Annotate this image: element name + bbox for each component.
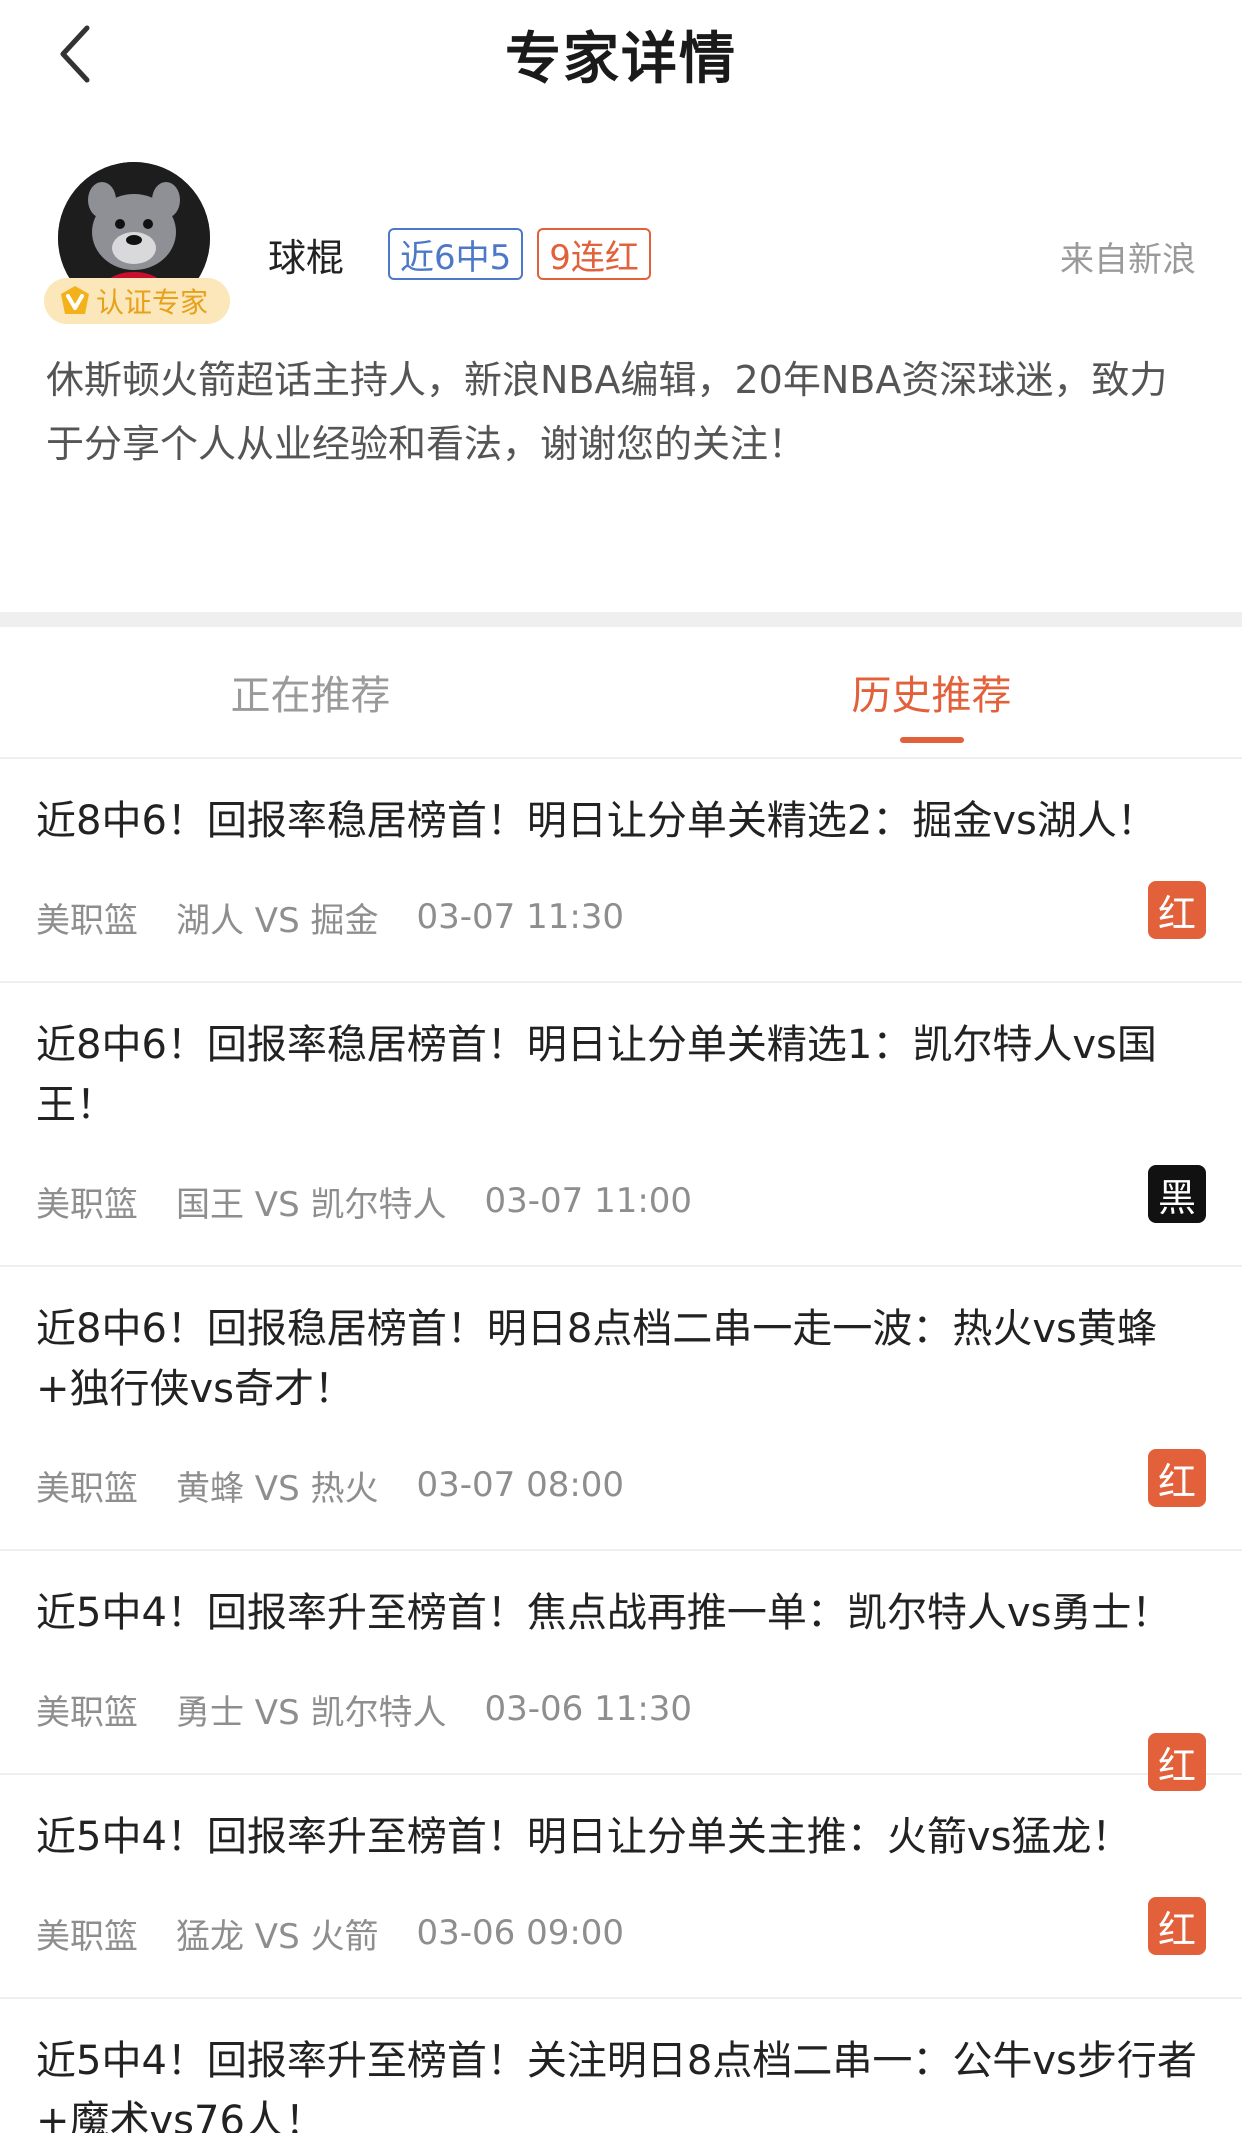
recommendation-list: 近8中6！回报率稳居榜首！明日让分单关精选2：掘金vs湖人！ 美职篮 湖人 VS… bbox=[0, 759, 1242, 2133]
section-divider bbox=[0, 612, 1242, 627]
item-title: 近5中4！回报率升至榜首！明日让分单关主推：火箭vs猛龙！ bbox=[36, 1814, 1132, 1860]
tab-label: 历史推荐 bbox=[851, 673, 1012, 719]
match-time: 03-07 08:00 bbox=[416, 1465, 625, 1505]
expert-name: 球棍 bbox=[268, 235, 345, 280]
tab-history-recommendations[interactable]: 历史推荐 bbox=[621, 627, 1242, 757]
match-label: 猛龙 VS 火箭 bbox=[176, 1916, 379, 1957]
tab-bar: 正在推荐 历史推荐 bbox=[0, 627, 1242, 759]
item-title: 近5中4！回报率升至榜首！焦点战再推一单：凯尔特人vs勇士！ bbox=[36, 1590, 1172, 1636]
item-title: 近8中6！回报稳居榜首！明日8点档二串一走一波：热火vs黄蜂+独行侠vs奇才！ bbox=[36, 1306, 1157, 1412]
result-badge: 红 bbox=[1148, 881, 1206, 939]
tab-current-recommendations[interactable]: 正在推荐 bbox=[0, 627, 621, 757]
expert-bio: 休斯顿火箭超话主持人，新浪NBA编辑，20年NBA资深球迷，致力于分享个人从业经… bbox=[46, 358, 1168, 466]
streak-tag: 9连红 bbox=[537, 228, 651, 280]
list-item[interactable]: 近8中6！回报率稳居榜首！明日让分单关精选1：凯尔特人vs国王！ 美职篮 国王 … bbox=[0, 983, 1242, 1267]
result-badge: 黑 bbox=[1148, 1165, 1206, 1223]
league-label: 美职篮 bbox=[36, 1468, 138, 1509]
item-title: 近8中6！回报率稳居榜首！明日让分单关精选1：凯尔特人vs国王！ bbox=[36, 1022, 1157, 1128]
match-label: 勇士 VS 凯尔特人 bbox=[176, 1692, 447, 1733]
expert-profile: 认证专家 球棍 近6中5 9连红 来自新浪 休斯顿火箭超话主持人，新浪NBA编辑… bbox=[0, 0, 1242, 520]
list-item[interactable]: 近5中4！回报率升至榜首！焦点战再推一单：凯尔特人vs勇士！ 美职篮 勇士 VS… bbox=[0, 1551, 1242, 1791]
match-label: 湖人 VS 掘金 bbox=[176, 900, 379, 941]
list-item[interactable]: 近8中6！回报率稳居榜首！明日让分单关精选2：掘金vs湖人！ 美职篮 湖人 VS… bbox=[0, 759, 1242, 983]
item-title: 近5中4！回报率升至榜首！关注明日8点档二串一：公牛vs步行者+魔术vs76人！ bbox=[36, 2038, 1197, 2133]
list-item[interactable]: 近8中6！回报稳居榜首！明日8点档二串一走一波：热火vs黄蜂+独行侠vs奇才！ … bbox=[0, 1267, 1242, 1551]
tab-label: 正在推荐 bbox=[230, 673, 391, 719]
match-time: 03-06 11:30 bbox=[484, 1689, 693, 1729]
item-title: 近8中6！回报率稳居榜首！明日让分单关精选2：掘金vs湖人！ bbox=[36, 798, 1157, 844]
list-item[interactable]: 近5中4！回报率升至榜首！关注明日8点档二串一：公牛vs步行者+魔术vs76人！ bbox=[0, 1999, 1242, 2133]
cert-label: 认证专家 bbox=[96, 286, 209, 319]
list-item[interactable]: 近5中4！回报率升至榜首！明日让分单关主推：火箭vs猛龙！ 美职篮 猛龙 VS … bbox=[0, 1775, 1242, 1999]
league-label: 美职篮 bbox=[36, 1916, 138, 1957]
source-label: 来自新浪 bbox=[1060, 240, 1196, 280]
league-label: 美职篮 bbox=[36, 1692, 138, 1733]
match-label: 黄蜂 VS 热火 bbox=[176, 1468, 379, 1509]
league-label: 美职篮 bbox=[36, 1184, 138, 1225]
certified-expert-badge: 认证专家 bbox=[44, 278, 231, 324]
league-label: 美职篮 bbox=[36, 900, 138, 941]
match-label: 国王 VS 凯尔特人 bbox=[176, 1184, 447, 1225]
match-time: 03-06 09:00 bbox=[416, 1913, 625, 1953]
result-badge: 红 bbox=[1148, 1897, 1206, 1955]
record-tag: 近6中5 bbox=[388, 228, 524, 280]
match-time: 03-07 11:00 bbox=[484, 1181, 693, 1221]
match-time: 03-07 11:30 bbox=[416, 897, 625, 937]
result-badge: 红 bbox=[1148, 1449, 1206, 1507]
verified-v-icon bbox=[58, 284, 92, 318]
active-tab-indicator bbox=[899, 737, 964, 743]
